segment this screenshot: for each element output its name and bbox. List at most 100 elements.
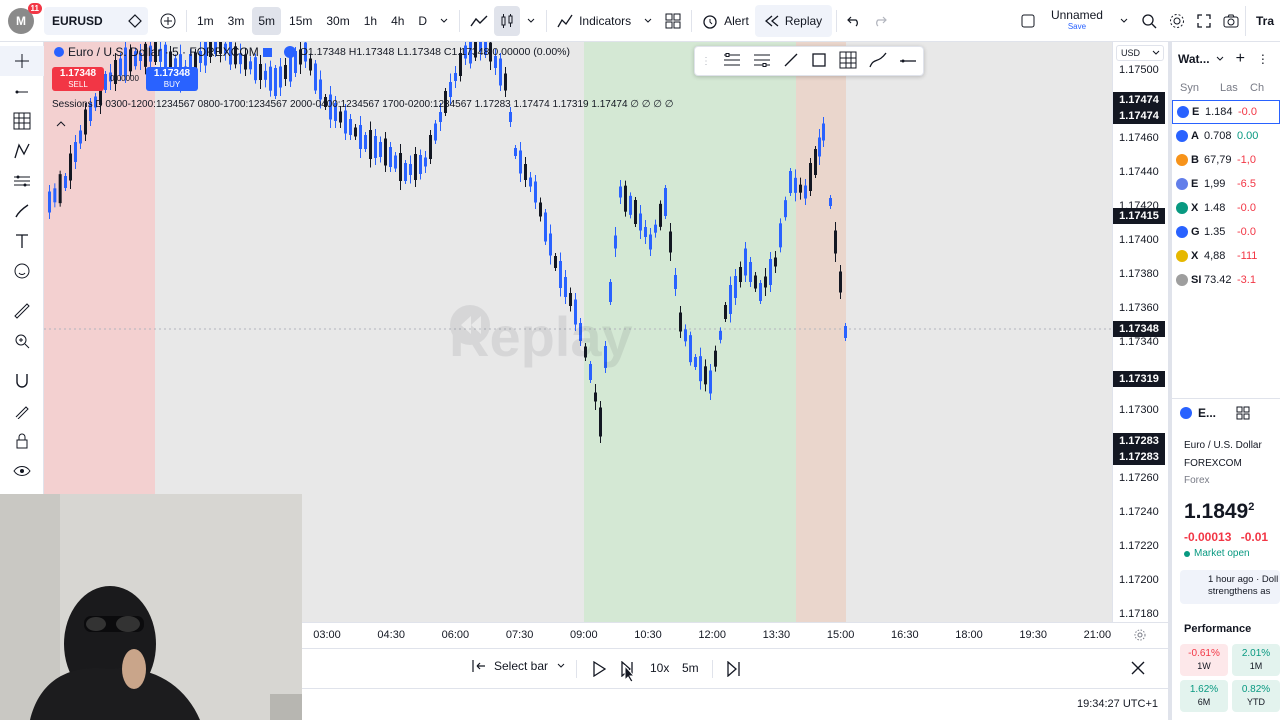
settings-gear-icon[interactable] — [1163, 6, 1191, 36]
watchlist-row[interactable]: X 1.48 -0.0 — [1172, 196, 1280, 220]
watchlist-row[interactable]: E 1.184 -0.0 — [1172, 100, 1280, 124]
performance-cell[interactable]: -0.61% 1W — [1180, 644, 1228, 676]
timeframe-4h[interactable]: 4h — [385, 7, 410, 35]
replay-interval-button[interactable]: 5m — [682, 661, 699, 675]
performance-cell[interactable]: 2.01% 1M — [1232, 644, 1280, 676]
watchlist-title[interactable]: Wat... — [1178, 52, 1210, 66]
candle-body — [664, 188, 667, 216]
details-price-value: 1.1849 — [1184, 500, 1249, 523]
col-last[interactable]: Las — [1220, 82, 1250, 94]
timeframe-3m[interactable]: 3m — [222, 7, 251, 35]
details-name[interactable]: Euro / U.S. Dollar — [1184, 440, 1262, 451]
axis-settings-gear-icon[interactable] — [1134, 629, 1146, 644]
timeframe-dropdown-icon[interactable] — [433, 6, 455, 36]
user-avatar[interactable]: M 11 — [8, 2, 42, 34]
brush-icon[interactable] — [0, 196, 44, 226]
candle-body — [84, 109, 87, 135]
rectangle-icon[interactable] — [811, 52, 827, 71]
ruler-icon[interactable] — [0, 296, 44, 326]
performance-cell[interactable]: 0.82% YTD — [1232, 680, 1280, 712]
timeframe-1h[interactable]: 1h — [358, 7, 383, 35]
layout-square-icon[interactable] — [1015, 6, 1041, 36]
camera-snapshot-icon[interactable] — [1217, 6, 1245, 36]
performance-value: 2.01% — [1241, 648, 1271, 659]
timeframe-D[interactable]: D — [412, 7, 433, 35]
long-position-icon[interactable] — [723, 52, 741, 70]
candle-body — [734, 276, 737, 298]
buy-button[interactable]: 1.17348 BUY — [146, 67, 198, 91]
add-symbol-icon[interactable] — [154, 6, 182, 36]
text-tool-icon[interactable] — [0, 226, 44, 256]
layout-dropdown-icon[interactable] — [1113, 6, 1135, 36]
zoom-in-icon[interactable] — [0, 326, 44, 356]
currency-selector[interactable]: USD — [1116, 45, 1164, 61]
layout-name-button[interactable]: Unnamed Save — [1041, 6, 1113, 36]
path-tool-icon[interactable] — [869, 52, 887, 71]
watchlist-row[interactable]: SI 73.42 -3.1 — [1172, 268, 1280, 292]
quick-search-icon[interactable] — [1135, 6, 1163, 36]
performance-cell[interactable]: 1.62% 6M — [1180, 680, 1228, 712]
layouts-grid-icon[interactable] — [659, 6, 687, 36]
symbol-logo-icon — [1176, 130, 1188, 142]
drag-handle-icon[interactable]: ⋮ — [701, 56, 711, 67]
col-change[interactable]: Ch — [1250, 82, 1264, 94]
watchlist-more-icon[interactable]: ⋮ — [1257, 52, 1269, 66]
watchlist-row[interactable]: G 1.35 -0.0 — [1172, 220, 1280, 244]
layout-name: Unnamed — [1050, 7, 1103, 22]
time-tick: 10:30 — [634, 629, 662, 641]
timeframe-15m[interactable]: 15m — [283, 7, 318, 35]
trend-line-icon[interactable] — [0, 76, 44, 106]
trade-button[interactable]: Tra — [1244, 5, 1280, 36]
indicators-dropdown-icon[interactable] — [637, 6, 659, 36]
fib-retracement-icon[interactable] — [0, 106, 44, 136]
replay-button[interactable]: Replay — [754, 4, 833, 37]
candles-chart-type-icon[interactable] — [494, 5, 521, 36]
chart-type-dropdown-icon[interactable] — [520, 6, 542, 36]
watchlist-symbol: G — [1191, 226, 1200, 238]
compare-diamond-icon[interactable] — [128, 13, 142, 28]
stay-drawing-icon[interactable] — [0, 396, 44, 426]
candle-body — [654, 224, 657, 233]
watchlist-row[interactable]: X 4,88 -111 — [1172, 244, 1280, 268]
watchlist-row[interactable]: E 1,99 -6.5 — [1172, 172, 1280, 196]
news-headline[interactable]: 1 hour ago · Doll strengthens as — [1180, 570, 1280, 604]
emoji-icon[interactable] — [0, 256, 44, 286]
line-chart-type-icon[interactable] — [464, 6, 494, 36]
play-icon[interactable] — [592, 660, 607, 680]
add-symbol-plus-icon[interactable]: + — [1236, 50, 1245, 68]
undo-icon[interactable] — [841, 6, 867, 36]
prediction-tool-icon[interactable] — [0, 166, 44, 196]
time-axis[interactable]: 03:00 04:30 06:00 07:30 09:00 10:30 12:00 13:30… — [302, 622, 1168, 648]
draw-line-icon[interactable] — [783, 52, 799, 71]
lock-icon[interactable] — [0, 426, 44, 456]
short-position-icon[interactable] — [753, 53, 771, 70]
horizontal-line-icon[interactable] — [899, 54, 917, 68]
symbol-search-button[interactable]: EURUSD — [44, 6, 148, 35]
indicators-button[interactable]: Indicators — [551, 6, 637, 36]
alert-button[interactable]: Alert — [696, 6, 755, 36]
jump-to-realtime-icon[interactable] — [726, 660, 742, 680]
watchlist-row[interactable]: A 0.708 0.00 — [1172, 124, 1280, 148]
pattern-tool-icon[interactable] — [0, 136, 44, 166]
close-replay-icon[interactable] — [1131, 661, 1145, 678]
grid-tool-icon[interactable] — [839, 51, 857, 72]
clock-timezone[interactable]: 19:34:27 UTC+1 — [1077, 698, 1158, 710]
details-short-title[interactable]: E... — [1198, 406, 1216, 420]
redo-icon[interactable] — [867, 6, 893, 36]
watchlist-row[interactable]: B 67,79 -1,0 — [1172, 148, 1280, 172]
symbol-logo-icon — [1176, 250, 1188, 262]
sell-label: SELL — [68, 80, 88, 89]
eye-icon[interactable] — [0, 456, 44, 486]
sell-button[interactable]: 1.17348 SELL — [52, 67, 104, 91]
flag-icon[interactable] — [262, 47, 272, 57]
timeframe-1m[interactable]: 1m — [191, 7, 220, 35]
timeframe-30m[interactable]: 30m — [320, 7, 355, 35]
replay-speed-button[interactable]: 10x — [650, 661, 669, 675]
select-bar-button[interactable]: Select bar — [472, 659, 566, 673]
crosshair-icon[interactable] — [0, 46, 44, 76]
col-symbol[interactable]: Syn — [1180, 82, 1220, 94]
magnet-icon[interactable] — [0, 366, 44, 396]
price-axis[interactable]: USD 1.17500 1.17460 1.17440 1.17420 1.17400 1… — [1112, 42, 1168, 622]
timeframe-5m[interactable]: 5m — [252, 6, 282, 35]
fullscreen-icon[interactable] — [1191, 6, 1217, 36]
